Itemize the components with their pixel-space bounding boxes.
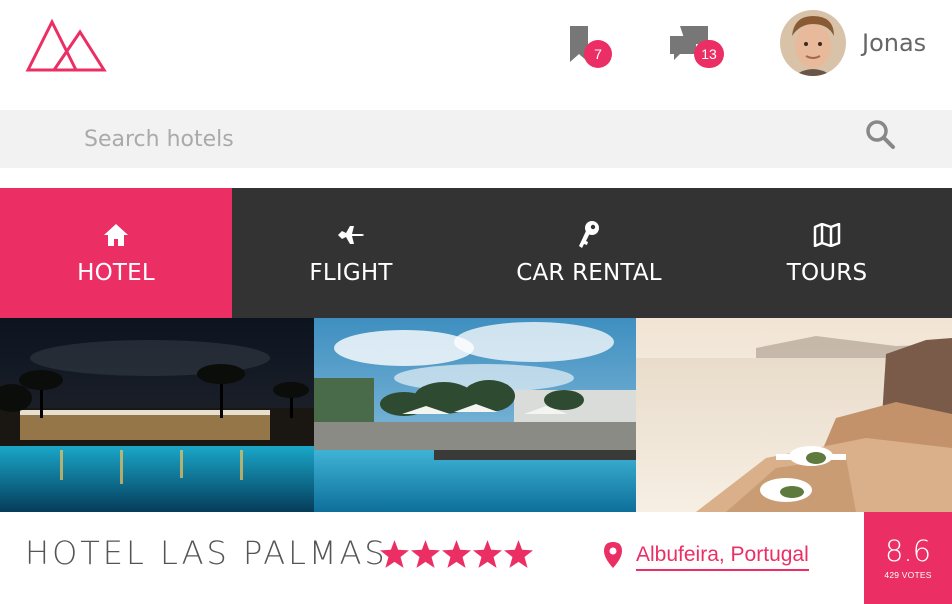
- triangle-logo-icon[interactable]: [24, 14, 108, 74]
- search-button[interactable]: [864, 118, 904, 158]
- hotel-day-pool-photo[interactable]: [314, 318, 636, 512]
- hotel-details: HOTEL LAS PALMAS Albufeira, Portugal 8.6…: [0, 512, 952, 604]
- hotel-gallery: [0, 318, 952, 512]
- header: 7 13 Jonas: [0, 0, 952, 110]
- star-icon: [380, 540, 409, 572]
- category-tabs: HOTEL FLIGHT CAR RENTAL TOURS: [0, 188, 952, 318]
- bookmark-count-badge: 7: [584, 40, 612, 68]
- map-pin-icon: [604, 542, 622, 572]
- search-input[interactable]: [84, 120, 784, 158]
- messages-button[interactable]: 13: [668, 24, 728, 72]
- tab-label: FLIGHT: [309, 260, 393, 286]
- user-name: Jonas: [862, 29, 927, 57]
- key-icon: [577, 220, 601, 250]
- airplane-icon: [336, 220, 366, 250]
- star-icon: [473, 540, 502, 572]
- rating-value: 8.6: [884, 534, 932, 568]
- tab-flight[interactable]: FLIGHT: [232, 188, 470, 318]
- home-icon: [103, 220, 129, 250]
- rating-votes: 429 VOTES: [884, 570, 932, 580]
- map-icon: [813, 220, 841, 250]
- tab-label: CAR RENTAL: [516, 260, 662, 286]
- hotel-location: Albufeira, Portugal: [604, 542, 809, 572]
- magnifying-glass-icon: [864, 120, 896, 154]
- tab-hotel[interactable]: HOTEL: [0, 188, 232, 318]
- bookmark-button[interactable]: 7: [568, 24, 618, 72]
- tab-tours[interactable]: TOURS: [708, 188, 946, 318]
- tab-label: TOURS: [786, 260, 868, 286]
- star-icon: [442, 540, 471, 572]
- user-avatar[interactable]: [780, 10, 846, 76]
- star-icon: [411, 540, 440, 572]
- seaside-terrace-photo[interactable]: [636, 318, 952, 512]
- rating-box: 8.6 429 VOTES: [864, 512, 952, 604]
- message-count-badge: 13: [694, 40, 724, 68]
- star-rating: [380, 540, 533, 572]
- search-bar: [0, 110, 952, 168]
- star-icon: [504, 540, 533, 572]
- tab-label: HOTEL: [77, 260, 155, 286]
- user-menu[interactable]: Jonas: [780, 10, 926, 76]
- location-link[interactable]: Albufeira, Portugal: [636, 543, 809, 571]
- hotel-name: HOTEL LAS PALMAS: [25, 534, 388, 572]
- hotel-night-pool-photo[interactable]: [0, 318, 314, 512]
- tab-car-rental[interactable]: CAR RENTAL: [470, 188, 708, 318]
